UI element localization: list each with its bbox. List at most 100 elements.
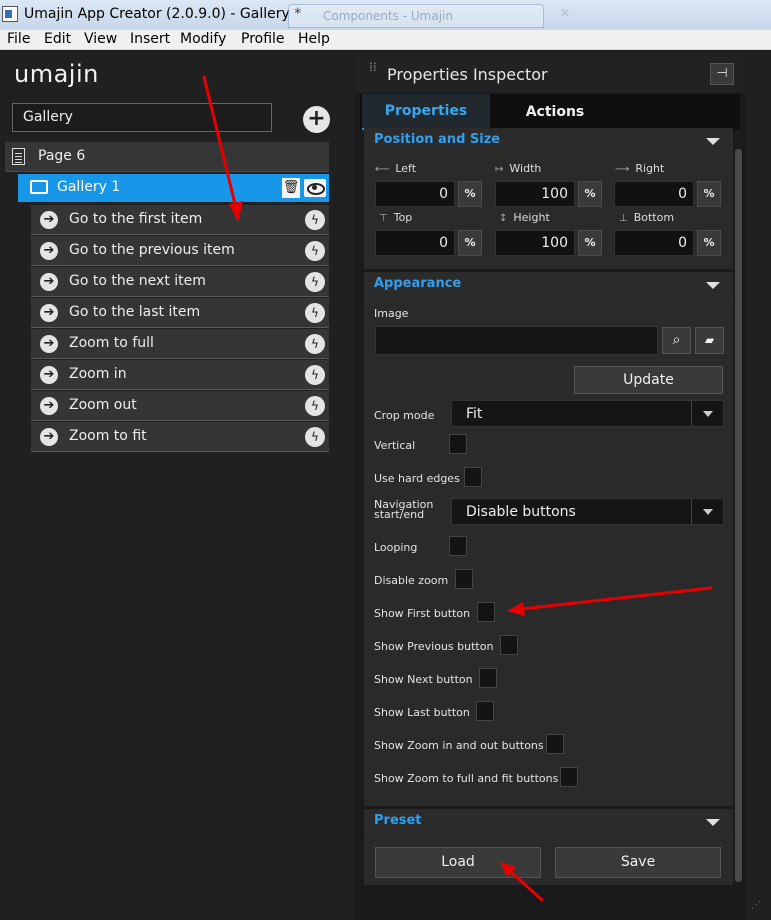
pin-icon[interactable]: ⊣ — [710, 63, 734, 85]
show-last-checkbox[interactable] — [476, 701, 494, 721]
close-icon[interactable]: ✕ — [560, 6, 570, 20]
menu-bar: File Edit View Insert Modify Profile Hel… — [0, 30, 771, 50]
action-item-go-first[interactable]: ➔ Go to the first item ϟ — [31, 205, 329, 235]
right-unit-button[interactable]: % — [697, 181, 721, 207]
chevron-down-icon — [691, 499, 723, 524]
top-input[interactable]: 0 — [375, 230, 455, 256]
show-first-checkbox[interactable] — [477, 602, 495, 622]
action-item-go-next[interactable]: ➔ Go to the next item ϟ — [31, 267, 329, 297]
arrow-right-icon: ➔ — [40, 211, 58, 229]
show-previous-label: Show Previous button — [374, 640, 494, 653]
action-item-go-previous[interactable]: ➔ Go to the previous item ϟ — [31, 236, 329, 266]
disable-zoom-checkbox[interactable] — [455, 569, 473, 589]
arrow-right-icon: ➔ — [40, 397, 58, 415]
show-next-checkbox[interactable] — [479, 668, 497, 688]
menu-help[interactable]: Help — [298, 31, 330, 47]
crop-mode-select[interactable]: Fit — [451, 400, 724, 427]
properties-inspector: ⁞⁞ Properties Inspector ⊣ Properties Act… — [355, 53, 745, 920]
background-window-tab[interactable]: Components - Umajin — [288, 4, 544, 28]
page-name-field[interactable]: Gallery — [12, 103, 272, 132]
menu-insert[interactable]: Insert — [130, 31, 170, 47]
looping-label: Looping — [374, 541, 418, 554]
right-label: ⟶ Right — [615, 162, 665, 175]
save-button[interactable]: Save — [555, 847, 721, 878]
vertical-label: Vertical — [374, 439, 416, 452]
action-item-zoom-in[interactable]: ➔ Zoom in ϟ — [31, 360, 329, 390]
section-title: Position and Size — [374, 132, 501, 147]
menu-profile[interactable]: Profile — [241, 31, 285, 47]
lightning-icon[interactable]: ϟ — [305, 396, 325, 416]
section-position-size-body: ⟵ Left ↦ Width ⟶ Right 0 % 100 % 0 % ⊤ Top ↕… — [364, 154, 733, 269]
add-component-button[interactable]: + — [303, 106, 330, 133]
eye-icon[interactable] — [304, 179, 326, 197]
bottom-unit-button[interactable]: % — [697, 230, 721, 256]
navigation-select[interactable]: Disable buttons — [451, 498, 724, 525]
section-title: Appearance — [374, 276, 462, 291]
left-unit-button[interactable]: % — [458, 181, 482, 207]
right-input[interactable]: 0 — [614, 181, 694, 207]
lightning-icon[interactable]: ϟ — [305, 272, 325, 292]
left-input[interactable]: 0 — [375, 181, 455, 207]
lightning-icon[interactable]: ϟ — [305, 334, 325, 354]
tab-properties[interactable]: Properties — [362, 94, 490, 130]
hard-edges-label: Use hard edges — [374, 472, 460, 485]
lightning-icon[interactable]: ϟ — [305, 241, 325, 261]
width-unit-button[interactable]: % — [578, 181, 602, 207]
section-preset-header[interactable]: Preset — [364, 809, 733, 835]
section-appearance-header[interactable]: Appearance — [364, 272, 733, 298]
umajin-logo: umajin — [14, 60, 99, 88]
bottom-input[interactable]: 0 — [614, 230, 694, 256]
show-last-label: Show Last button — [374, 706, 470, 719]
resize-grip-icon[interactable]: ⋰ — [751, 900, 767, 916]
inspector-header: ⁞⁞ Properties Inspector ⊣ — [355, 53, 745, 93]
arrow-right-icon: ➔ — [40, 273, 58, 291]
tree-item-gallery[interactable]: Gallery 1 🗑 — [18, 174, 329, 202]
image-path-field[interactable] — [375, 326, 658, 355]
scrollbar-thumb[interactable] — [735, 149, 742, 882]
menu-modify[interactable]: Modify — [180, 31, 226, 47]
show-zoom-fullfit-checkbox[interactable] — [560, 767, 578, 787]
tree-item-label: Gallery 1 — [57, 179, 121, 195]
document-icon — [12, 148, 25, 165]
looping-checkbox[interactable] — [449, 536, 467, 556]
lightning-icon[interactable]: ϟ — [305, 210, 325, 230]
trash-icon[interactable]: 🗑 — [282, 178, 300, 198]
update-button[interactable]: Update — [574, 366, 723, 394]
height-unit-button[interactable]: % — [578, 230, 602, 256]
top-unit-button[interactable]: % — [458, 230, 482, 256]
drag-handle-icon[interactable]: ⁞⁞ — [369, 61, 377, 79]
action-item-go-last[interactable]: ➔ Go to the last item ϟ — [31, 298, 329, 328]
menu-edit[interactable]: Edit — [44, 31, 71, 47]
show-first-label: Show First button — [374, 607, 471, 620]
vertical-checkbox[interactable] — [449, 434, 467, 454]
width-input[interactable]: 100 — [495, 181, 575, 207]
top-edge-icon: ⊤ — [379, 213, 388, 224]
hard-edges-checkbox[interactable] — [464, 467, 482, 487]
arrow-right-icon: ➔ — [40, 335, 58, 353]
tree-item-page[interactable]: Page 6 — [5, 142, 329, 172]
lightning-icon[interactable]: ϟ — [305, 365, 325, 385]
action-item-zoom-full[interactable]: ➔ Zoom to full ϟ — [31, 329, 329, 359]
lightning-icon[interactable]: ϟ — [305, 303, 325, 323]
menu-view[interactable]: View — [84, 31, 117, 47]
action-item-zoom-out[interactable]: ➔ Zoom out ϟ — [31, 391, 329, 421]
menu-file[interactable]: File — [7, 31, 30, 47]
chevron-down-icon — [706, 138, 720, 145]
action-item-zoom-fit[interactable]: ➔ Zoom to fit ϟ — [31, 422, 329, 452]
lightning-icon[interactable]: ϟ — [305, 427, 325, 447]
height-input[interactable]: 100 — [495, 230, 575, 256]
tab-actions[interactable]: Actions — [490, 94, 620, 130]
show-zoom-fullfit-label: Show Zoom to full and fit buttons — [374, 772, 559, 785]
folder-open-icon[interactable]: ▰ — [695, 327, 724, 354]
left-label: ⟵ Left — [375, 162, 417, 175]
load-button[interactable]: Load — [375, 847, 541, 878]
crop-mode-value: Fit — [466, 406, 483, 422]
section-position-size-header[interactable]: Position and Size — [364, 128, 733, 154]
right-edge-icon: ⟶ — [615, 164, 630, 175]
action-label: Zoom to full — [69, 335, 154, 351]
show-previous-checkbox[interactable] — [500, 635, 518, 655]
show-zoom-inout-checkbox[interactable] — [546, 734, 564, 754]
left-edge-icon: ⟵ — [375, 164, 390, 175]
title-bar: Umajin App Creator (2.0.9.0) - Gallery *… — [0, 0, 771, 30]
search-icon[interactable]: ⌕ — [662, 327, 691, 354]
